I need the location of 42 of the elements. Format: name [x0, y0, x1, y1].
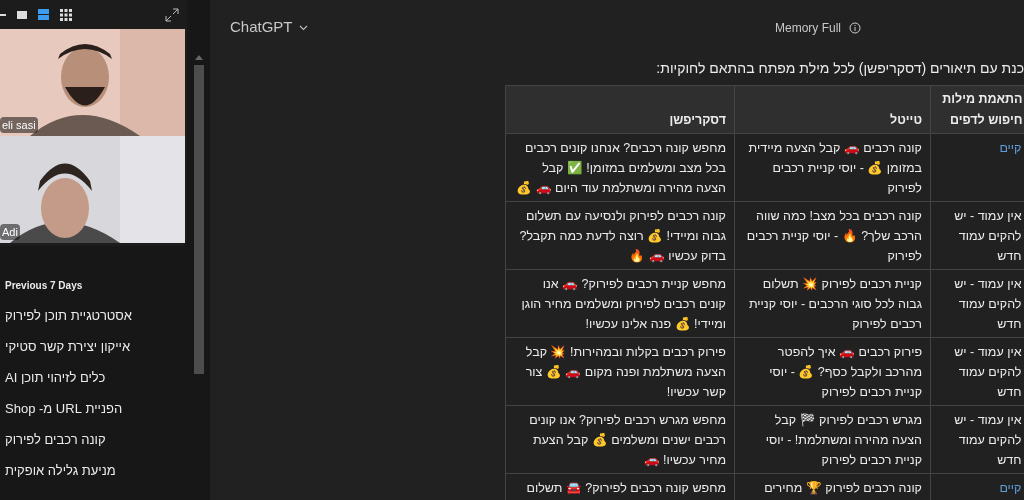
list-icon[interactable]: [38, 9, 49, 20]
scrollbar-thumb[interactable]: [194, 65, 204, 374]
table-cell: מגרש רכבים לפירוק 🏁 קבל הצעה מהירה ומשתלמת! - יוסי קניית רכבים לפירוק: [765, 413, 922, 467]
table-cell: אין עמוד - יש להקים עמוד חדש: [954, 345, 1022, 399]
intro-text: כנת עם תיאורים (דסקריפשן) לכל מילת מפתח בהתאם לחוקיות:: [656, 58, 1024, 78]
participant-name: eli sasi: [0, 116, 38, 133]
table-cell: מחפש קונה רכבים? אנחנו קונים רכבים בכל מצב ומשלמים במזומן! ✅ קבל הצעה מהירה ומשתלמת עוד היום 🚗 💰: [516, 141, 726, 195]
grid-icon[interactable]: [60, 8, 72, 21]
table-cell: קונה רכבים לפירוק ולנסיעה עם תשלום גבוה ומיידי! 💰 רוצה לדעת כמה תקבל? בדוק עכשיו 🚗 🔥: [519, 209, 726, 263]
chat-history-item[interactable]: הפניית URL מ- Shop: [0, 393, 123, 424]
table-cell: מחפש קונה רכבים לפירוק? 🚘 תשלום: [526, 481, 726, 495]
column-header: התאמת מילות חיפוש לדפים: [942, 92, 1023, 127]
column-header: טייטל: [890, 113, 922, 127]
chevron-down-icon: [298, 24, 308, 31]
expand-icon[interactable]: [165, 7, 179, 22]
table-cell: מחפש מגרש רכבים לפירוק? אנו קונים רכבים ישנים ומשלמים 💰 קבל הצעת מחיר עכשיו! 🚗: [529, 413, 726, 467]
table-cell: קניית רכבים לפירוק 💥 תשלום גבוה לכל סוגי הרכבים - יוסי קניית רכבים לפירוק: [749, 277, 922, 331]
table-cell: אין עמוד - יש להקים עמוד חדש: [954, 413, 1022, 467]
page-link[interactable]: קיים: [999, 481, 1022, 495]
chat-history-item[interactable]: קונה רכבים לפירוק: [0, 424, 106, 455]
chat-history-item[interactable]: כלים לזיהוי תוכן AI: [0, 362, 106, 393]
chat-history-item[interactable]: מניעת גלילה אופקית: [0, 455, 116, 486]
section-title: Previous 7 Days: [4, 279, 84, 293]
table-cell: פירוק רכבים 🚗 איך להפטר מהרכב ולקבל כסף? 💰 - יוסי קניית רכבים לפירוק: [769, 345, 922, 399]
scroll-up-icon[interactable]: [195, 55, 203, 60]
participant-name: Adi: [0, 223, 20, 240]
table-cell: קונה רכבים בכל מצב! כמה שווה הרכב שלך? 🔥 - יוסי קניית רכבים לפירוק: [746, 209, 922, 263]
table-cell: קונה רכבים 🚗 קבל הצעה מיידית במזומן 💰 - יוסי קניית רכבים לפירוק: [748, 141, 922, 195]
table-cell: אין עמוד - יש להקים עמוד חדש: [954, 209, 1022, 263]
column-header: דסקריפשן: [669, 113, 726, 127]
minimize-icon[interactable]: [0, 12, 6, 17]
model-selector[interactable]: ChatGPT: [230, 16, 308, 39]
table-cell: מחפש קניית רכבים לפירוק? 🚗 אנו קונים רכבים לפירוק ומשלמים מחיר הוגן ומיידי! 💰 פנה אלינו עכשיו!: [521, 277, 726, 331]
page-link[interactable]: קיים: [999, 141, 1022, 155]
chat-history-item[interactable]: אסטרטגיית תוכן לפירוק: [0, 300, 133, 331]
chat-history-item[interactable]: אייקון יצירת קשר סטיקי: [0, 331, 131, 362]
table-cell: פירוק רכבים בקלות ובמהירות! 💥 קבל הצעה משתלמת ופנה מקום 🚗 💰 צור קשר עכשיו!: [525, 345, 726, 399]
table-cell: אין עמוד - יש להקים עמוד חדש: [954, 277, 1022, 331]
table-cell: קונה רכבים לפירוק 🏆 מחירים: [764, 481, 922, 495]
memory-status: Memory Full: [775, 20, 841, 37]
info-icon[interactable]: [849, 22, 861, 34]
square-icon[interactable]: [17, 10, 27, 19]
